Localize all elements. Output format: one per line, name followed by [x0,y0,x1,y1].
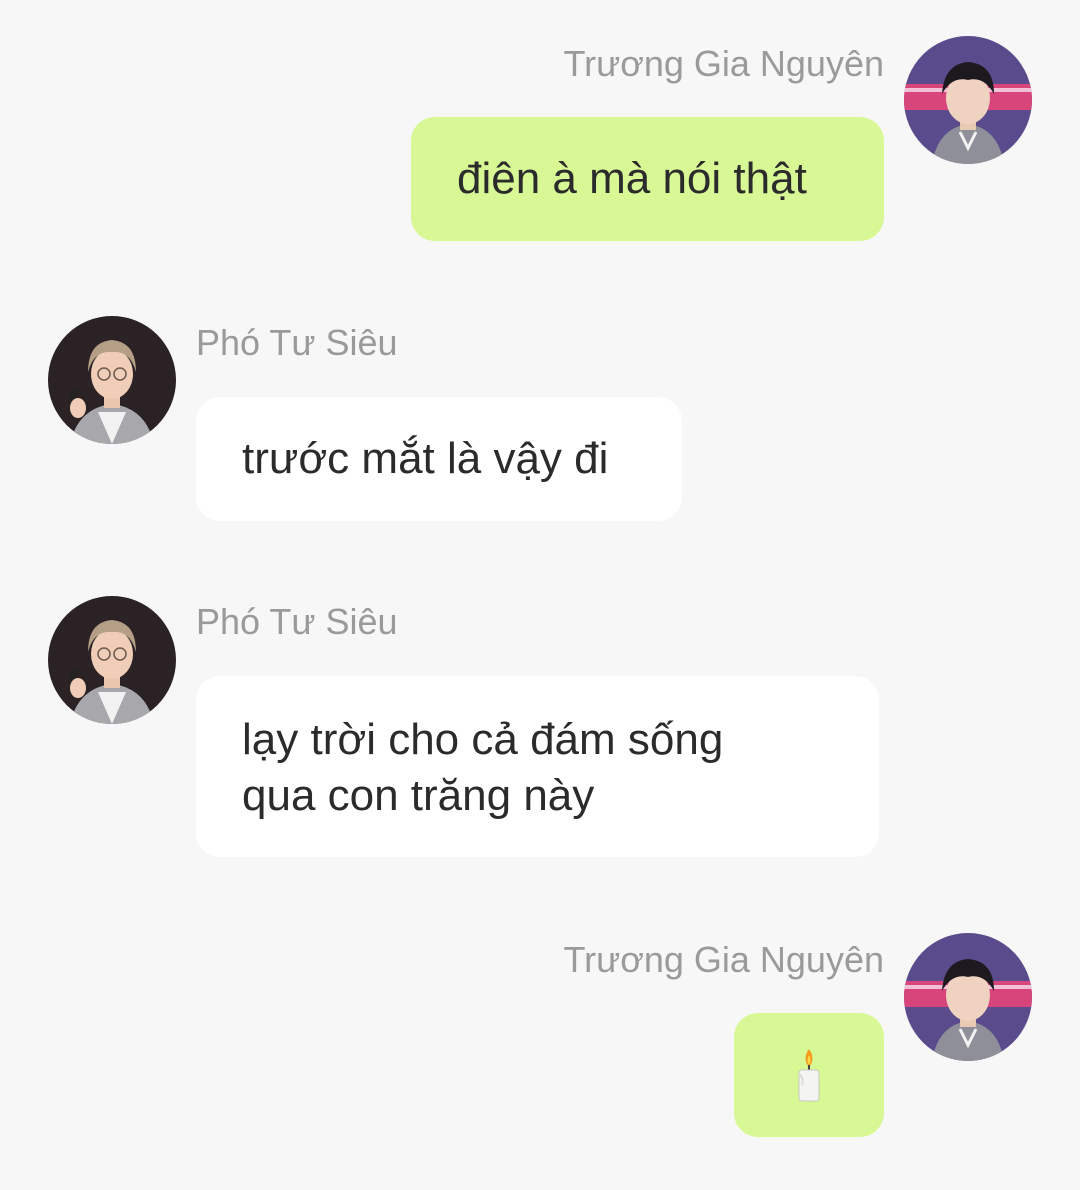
avatar-image [904,36,1032,164]
sender-name: Trương Gia Nguyên [563,939,884,980]
sender-name: Trương Gia Nguyên [563,43,884,84]
sender-name: Phó Tư Siêu [196,601,398,642]
avatar-truong-gia-nguyen[interactable] [904,933,1032,1061]
avatar-pho-tu-sieu[interactable] [48,316,176,444]
avatar-image [904,933,1032,1061]
message-text: trước mắt là vậy đi [242,434,609,483]
avatar-pho-tu-sieu[interactable] [48,596,176,724]
message-bubble[interactable]: điên à mà nói thật [411,117,884,241]
avatar-image [48,596,176,724]
message-text: điên à mà nói thật [457,154,807,203]
sender-name: Phó Tư Siêu [196,322,398,363]
message-bubble[interactable] [734,1013,884,1137]
message-bubble[interactable]: trước mắt là vậy đi [196,397,682,521]
message-text-line: lạy trời cho cả đám sống [242,715,724,764]
avatar-truong-gia-nguyen[interactable] [904,36,1032,164]
candle-icon [798,1049,820,1102]
avatar-image [48,316,176,444]
message-bubble[interactable]: lạy trời cho cả đám sống qua con trăng n… [196,676,879,857]
message-text-line: qua con trăng này [242,771,595,820]
